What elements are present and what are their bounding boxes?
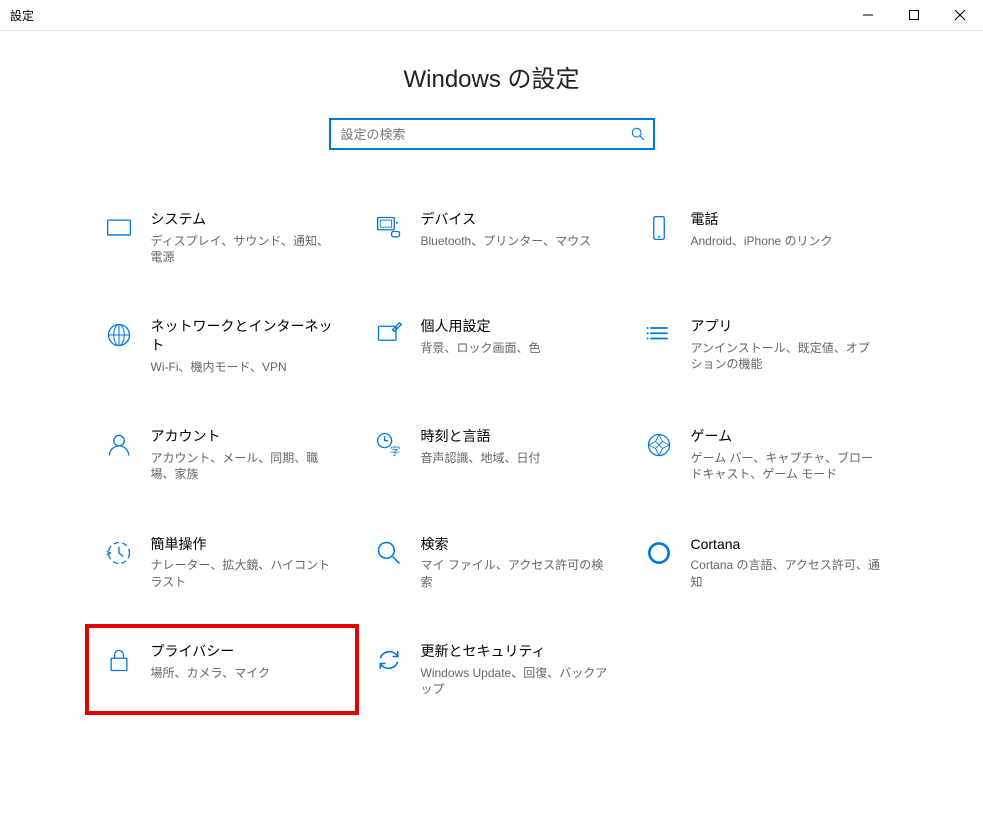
- tile-desc: ディスプレイ、サウンド、通知、電源: [151, 233, 341, 265]
- tile-phone[interactable]: 電話 Android、iPhone のリンク: [637, 204, 887, 271]
- search-input[interactable]: [339, 126, 631, 143]
- tile-title: Cortana: [691, 535, 881, 554]
- titlebar: 設定: [0, 0, 983, 31]
- tile-title: 検索: [421, 535, 611, 554]
- window-controls: [845, 0, 983, 30]
- tile-title: プライバシー: [151, 642, 341, 661]
- tile-gaming[interactable]: ゲーム ゲーム バー、キャプチャ、ブロードキャスト、ゲーム モード: [637, 421, 887, 488]
- tile-ease-of-access[interactable]: 簡単操作 ナレーター、拡大鏡、ハイコントラスト: [97, 529, 347, 596]
- tile-desc: Android、iPhone のリンク: [691, 233, 881, 249]
- tile-cortana[interactable]: Cortana Cortana の言語、アクセス許可、通知: [637, 529, 887, 596]
- tile-desc: Windows Update、回復、バックアップ: [421, 665, 611, 697]
- tile-desc: Bluetooth、プリンター、マウス: [421, 233, 611, 249]
- tile-title: 簡単操作: [151, 535, 341, 554]
- tile-devices[interactable]: デバイス Bluetooth、プリンター、マウス: [367, 204, 617, 271]
- svg-text:字: 字: [389, 445, 400, 458]
- tile-desc: ナレーター、拡大鏡、ハイコントラスト: [151, 557, 341, 589]
- tile-desc: マイ ファイル、アクセス許可の検索: [421, 557, 611, 589]
- lock-icon: [103, 644, 135, 676]
- tile-desc: ゲーム バー、キャプチャ、ブロードキャスト、ゲーム モード: [691, 450, 881, 482]
- tile-desc: Cortana の言語、アクセス許可、通知: [691, 557, 881, 589]
- tile-title: システム: [151, 210, 341, 229]
- settings-grid: システム ディスプレイ、サウンド、通知、電源 デバイス Bluetooth、プリ…: [97, 204, 887, 703]
- paint-icon: [373, 319, 405, 351]
- tile-title: 個人用設定: [421, 317, 611, 336]
- tile-title: アカウント: [151, 427, 341, 446]
- tile-title: 電話: [691, 210, 881, 229]
- tile-desc: 場所、カメラ、マイク: [151, 665, 341, 681]
- tile-apps[interactable]: アプリ アンインストール、既定値、オプションの機能: [637, 311, 887, 381]
- close-button[interactable]: [937, 0, 983, 30]
- tile-accounts[interactable]: アカウント アカウント、メール、同期、職場、家族: [97, 421, 347, 488]
- tile-title: デバイス: [421, 210, 611, 229]
- search-box[interactable]: [329, 118, 655, 150]
- display-icon: [103, 212, 135, 244]
- tile-time-language[interactable]: 字 時刻と言語 音声認識、地域、日付: [367, 421, 617, 488]
- devices-icon: [373, 212, 405, 244]
- minimize-button[interactable]: [845, 0, 891, 30]
- apps-icon: [643, 319, 675, 351]
- cortana-icon: [643, 537, 675, 569]
- tile-desc: アンインストール、既定値、オプションの機能: [691, 340, 881, 372]
- gaming-icon: [643, 429, 675, 461]
- tile-title: 時刻と言語: [421, 427, 611, 446]
- ease-icon: [103, 537, 135, 569]
- tile-privacy[interactable]: プライバシー 場所、カメラ、マイク: [97, 636, 347, 703]
- sync-icon: [373, 644, 405, 676]
- tile-network[interactable]: ネットワークとインターネット Wi-Fi、機内モード、VPN: [97, 311, 347, 381]
- tile-desc: 背景、ロック画面、色: [421, 340, 611, 356]
- time-language-icon: 字: [373, 429, 405, 461]
- tile-desc: 音声認識、地域、日付: [421, 450, 611, 466]
- search-icon: [631, 127, 645, 141]
- tile-title: 更新とセキュリティ: [421, 642, 611, 661]
- tile-desc: アカウント、メール、同期、職場、家族: [151, 450, 341, 482]
- tile-desc: Wi-Fi、機内モード、VPN: [151, 359, 341, 375]
- phone-icon: [643, 212, 675, 244]
- tile-update-security[interactable]: 更新とセキュリティ Windows Update、回復、バックアップ: [367, 636, 617, 703]
- tile-search[interactable]: 検索 マイ ファイル、アクセス許可の検索: [367, 529, 617, 596]
- tile-system[interactable]: システム ディスプレイ、サウンド、通知、電源: [97, 204, 347, 271]
- tile-title: ネットワークとインターネット: [151, 317, 341, 355]
- maximize-button[interactable]: [891, 0, 937, 30]
- tile-title: ゲーム: [691, 427, 881, 446]
- globe-icon: [103, 319, 135, 351]
- tile-personalize[interactable]: 個人用設定 背景、ロック画面、色: [367, 311, 617, 381]
- person-icon: [103, 429, 135, 461]
- window-title: 設定: [10, 7, 34, 24]
- tile-title: アプリ: [691, 317, 881, 336]
- magnifier-icon: [373, 537, 405, 569]
- page-title: Windows の設定: [0, 59, 983, 94]
